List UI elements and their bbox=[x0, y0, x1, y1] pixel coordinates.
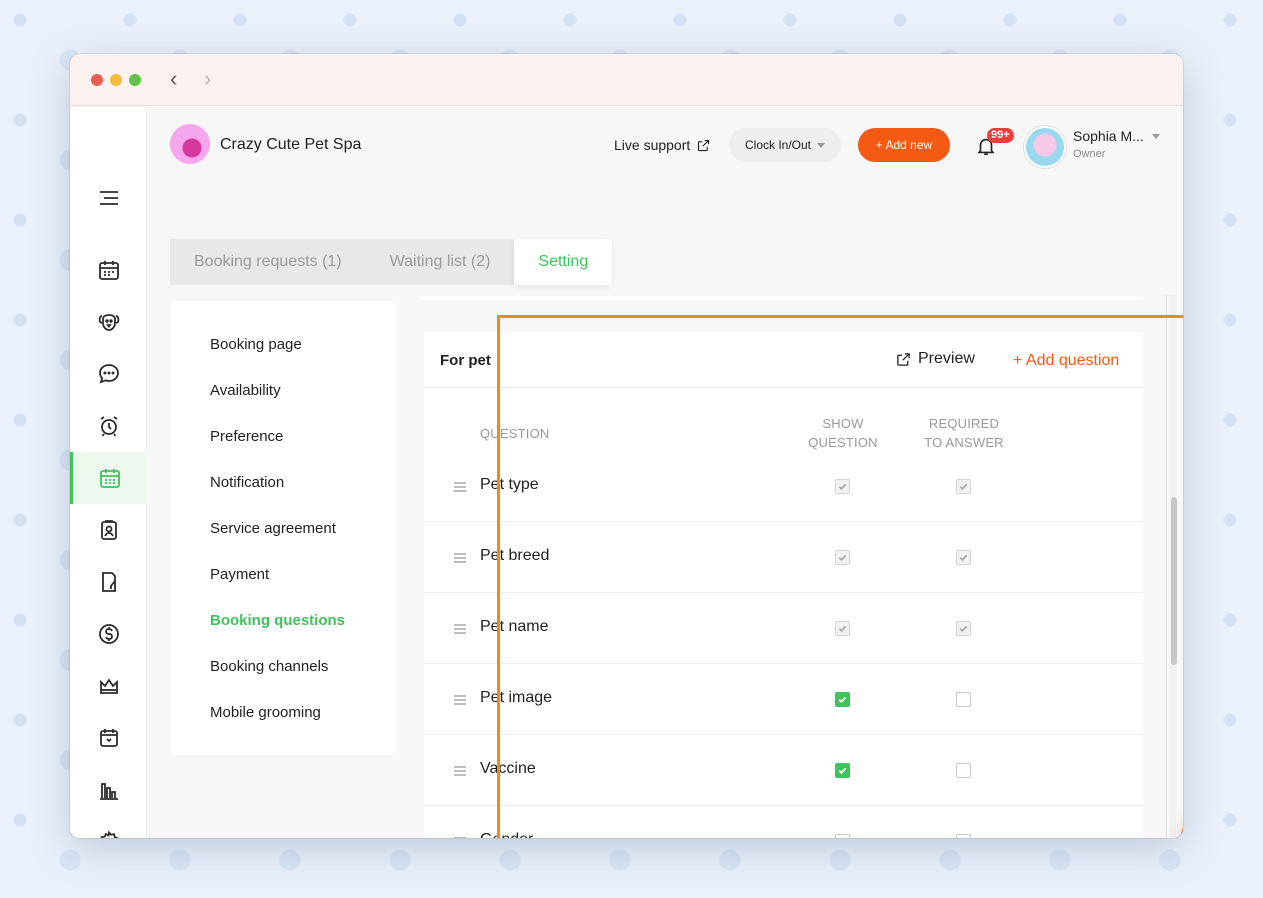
show-question-checkbox bbox=[835, 550, 850, 565]
column-header-required: REQUIRED TO ANSWER bbox=[914, 414, 1014, 452]
question-label: Pet name bbox=[480, 618, 549, 635]
menu-item-mobile-grooming[interactable]: Mobile grooming bbox=[210, 704, 321, 721]
required-checkbox[interactable] bbox=[956, 763, 971, 778]
calendar-icon[interactable] bbox=[70, 244, 147, 296]
table-row: Pet name bbox=[424, 593, 1143, 664]
chat-support-button[interactable] bbox=[1180, 811, 1183, 838]
table-row: Pet type bbox=[424, 451, 1143, 522]
required-checkbox bbox=[956, 479, 971, 494]
column-header-question: QUESTION bbox=[480, 426, 550, 441]
tab-waiting-list[interactable]: Waiting list (2) bbox=[366, 239, 515, 285]
clock-label: Clock In/Out bbox=[744, 138, 812, 152]
chat-icon[interactable] bbox=[70, 348, 147, 400]
schedule-icon[interactable] bbox=[70, 712, 147, 764]
preview-label: Preview bbox=[918, 350, 975, 367]
card-header: For pet Preview + Add question bbox=[424, 332, 1143, 388]
maximize-window-button[interactable] bbox=[129, 74, 141, 86]
required-checkbox[interactable] bbox=[956, 834, 971, 838]
previous-card-edge bbox=[420, 296, 1143, 300]
booking-calendar-icon[interactable] bbox=[70, 452, 147, 504]
show-question-checkbox bbox=[835, 479, 850, 494]
column-header-required-line2: TO ANSWER bbox=[924, 435, 1004, 450]
forward-arrow-icon[interactable]: › bbox=[204, 68, 211, 90]
add-new-button[interactable]: + Add new bbox=[858, 128, 950, 162]
question-label: Pet image bbox=[480, 689, 553, 706]
content-divider bbox=[1166, 295, 1167, 838]
drag-handle-icon[interactable] bbox=[454, 837, 466, 838]
show-question-checkbox[interactable] bbox=[835, 763, 850, 778]
title-bar: ‹ › bbox=[70, 54, 1183, 106]
minimize-window-button[interactable] bbox=[110, 74, 122, 86]
user-role: Owner bbox=[1073, 148, 1106, 160]
question-label: Pet breed bbox=[480, 547, 550, 564]
dollar-icon[interactable] bbox=[70, 608, 147, 660]
card-title: For pet bbox=[440, 352, 491, 369]
menu-item-notification[interactable]: Notification bbox=[210, 474, 284, 491]
table-row: Vaccine bbox=[424, 735, 1143, 806]
preview-link[interactable]: Preview bbox=[895, 350, 975, 368]
tab-bar: Booking requests (1) Waiting list (2) Se… bbox=[170, 239, 613, 285]
business-logo bbox=[170, 124, 210, 164]
column-header-show-question: SHOW QUESTION bbox=[798, 414, 888, 452]
drag-handle-icon[interactable] bbox=[454, 482, 466, 492]
clock-in-out-dropdown[interactable]: Clock In/Out bbox=[729, 128, 841, 162]
show-question-checkbox[interactable] bbox=[835, 834, 850, 838]
column-header-show-line1: SHOW bbox=[822, 416, 864, 431]
menu-item-booking-page[interactable]: Booking page bbox=[210, 336, 302, 353]
scrollbar-thumb[interactable] bbox=[1171, 497, 1177, 665]
chevron-down-icon bbox=[817, 142, 826, 148]
question-label: Vaccine bbox=[480, 760, 536, 777]
show-question-checkbox[interactable] bbox=[835, 692, 850, 707]
menu-icon[interactable] bbox=[70, 172, 147, 224]
user-menu-chevron-icon[interactable] bbox=[1152, 134, 1160, 139]
report-icon[interactable] bbox=[70, 556, 147, 608]
settings-menu: Booking page Availability Preference Not… bbox=[170, 301, 396, 755]
tab-setting[interactable]: Setting bbox=[514, 239, 613, 285]
column-header-required-line1: REQUIRED bbox=[928, 416, 1000, 431]
for-pet-questions-card: For pet Preview + Add question QUESTION … bbox=[424, 332, 1143, 838]
sidebar bbox=[70, 107, 147, 838]
crown-icon[interactable] bbox=[70, 660, 147, 712]
drag-handle-icon[interactable] bbox=[454, 766, 466, 776]
tab-booking-requests[interactable]: Booking requests (1) bbox=[170, 239, 366, 285]
menu-item-payment[interactable]: Payment bbox=[210, 566, 269, 583]
menu-item-service-agreement[interactable]: Service agreement bbox=[210, 520, 336, 537]
live-support-link[interactable]: Live support bbox=[614, 137, 711, 153]
drag-handle-icon[interactable] bbox=[454, 624, 466, 634]
question-label: Gender bbox=[480, 831, 533, 838]
menu-item-booking-questions[interactable]: Booking questions bbox=[210, 612, 345, 629]
table-row: Pet breed bbox=[424, 522, 1143, 593]
back-arrow-icon[interactable]: ‹ bbox=[170, 68, 177, 90]
main-content: Crazy Cute Pet Spa Live support Clock In… bbox=[147, 107, 1183, 838]
external-link-icon bbox=[897, 352, 910, 366]
bar-chart-icon[interactable] bbox=[70, 764, 147, 816]
clipboard-icon[interactable] bbox=[70, 504, 147, 556]
table-row: Gender bbox=[424, 806, 1143, 838]
external-link-icon bbox=[698, 139, 710, 151]
table-row: Pet image bbox=[424, 664, 1143, 735]
drag-handle-icon[interactable] bbox=[454, 553, 466, 563]
close-window-button[interactable] bbox=[91, 74, 103, 86]
column-header-show-line2: QUESTION bbox=[808, 435, 878, 450]
required-checkbox[interactable] bbox=[956, 692, 971, 707]
gear-icon[interactable] bbox=[70, 816, 147, 838]
menu-item-preference[interactable]: Preference bbox=[210, 428, 283, 445]
user-name[interactable]: Sophia M... bbox=[1073, 128, 1144, 144]
business-name: Crazy Cute Pet Spa bbox=[220, 136, 362, 153]
menu-item-availability[interactable]: Availability bbox=[210, 382, 281, 399]
browser-window: ‹ › Crazy Cute Pet Spa Live support Cloc… bbox=[70, 54, 1183, 838]
menu-item-booking-channels[interactable]: Booking channels bbox=[210, 658, 328, 675]
notification-badge: 99+ bbox=[987, 128, 1014, 143]
question-label: Pet type bbox=[480, 476, 539, 493]
required-checkbox bbox=[956, 550, 971, 565]
show-question-checkbox bbox=[835, 621, 850, 636]
required-checkbox bbox=[956, 621, 971, 636]
drag-handle-icon[interactable] bbox=[454, 695, 466, 705]
alarm-icon[interactable] bbox=[70, 400, 147, 452]
live-support-label: Live support bbox=[614, 137, 691, 153]
user-avatar[interactable] bbox=[1024, 126, 1066, 168]
dog-icon[interactable] bbox=[70, 296, 147, 348]
add-question-button[interactable]: + Add question bbox=[1013, 352, 1119, 370]
